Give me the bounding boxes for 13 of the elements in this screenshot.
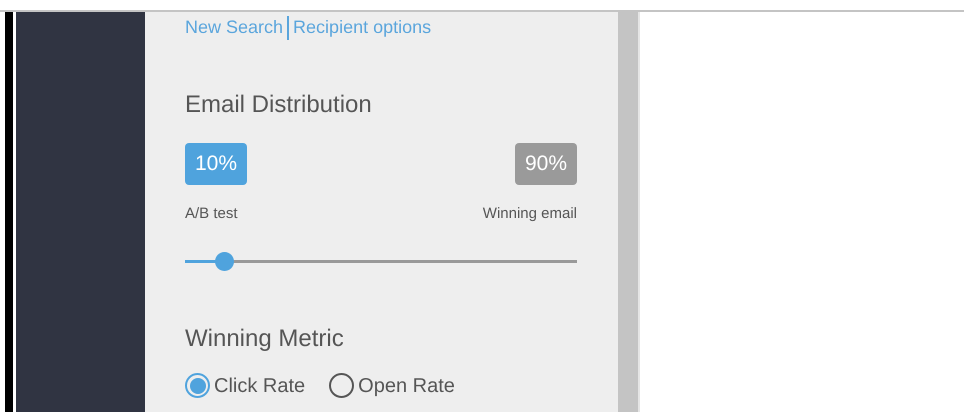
radio-button[interactable] <box>185 373 210 398</box>
radio-label[interactable]: Click Rate <box>214 370 306 400</box>
slider-label: A/B test <box>185 204 238 224</box>
slider-label: Winning email <box>482 204 577 224</box>
percentage-badge: 90% <box>514 143 577 185</box>
section-heading: Email Distribution <box>185 90 373 120</box>
percentage-badge: 10% <box>185 143 248 185</box>
scrollbar[interactable] <box>618 12 638 412</box>
radio-label[interactable]: Open Rate <box>358 370 455 400</box>
section-heading: Winning Metric <box>185 324 345 354</box>
slider[interactable] <box>185 252 577 270</box>
slider-thumb[interactable] <box>215 252 234 270</box>
radio-button[interactable] <box>329 373 354 398</box>
